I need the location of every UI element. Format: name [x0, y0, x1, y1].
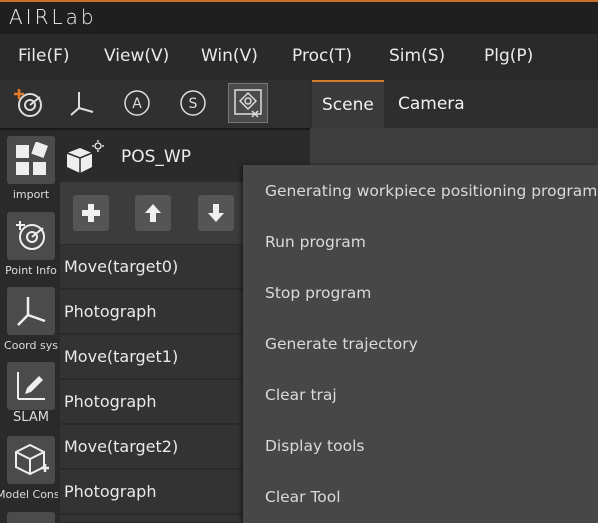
move-down-button[interactable] [198, 195, 234, 231]
menu-item-generate-positioning-program[interactable]: Generating workpiece positioning program [265, 182, 597, 200]
menu-view[interactable]: View(V) [104, 46, 169, 66]
menu-win[interactable]: Win(V) [201, 46, 258, 66]
circle-s-glyph: S [189, 96, 198, 112]
coord-sys-icon[interactable] [7, 287, 55, 335]
sidebar-label-import: import [12, 188, 50, 201]
menu-proc[interactable]: Proc(T) [292, 46, 352, 66]
sidebar: import Point Info Coord sys SLAM Model C… [0, 130, 60, 523]
import-icon[interactable] [7, 136, 55, 184]
target-plus-icon[interactable] [8, 83, 48, 123]
menu-item-display-tools[interactable]: Display tools [265, 437, 365, 455]
app-logo: AIRLab [9, 5, 97, 29]
arrow-down-icon [208, 204, 224, 222]
tab-scene[interactable]: Scene [312, 80, 384, 128]
program-step[interactable]: Photograph [60, 470, 250, 514]
sidebar-label-coord-sys: Coord sys [4, 339, 58, 352]
tab-bar: Scene Camera [310, 80, 598, 128]
menu-sim[interactable]: Sim(S) [389, 46, 445, 66]
model-cons-icon[interactable] [7, 436, 55, 484]
axis-icon[interactable] [62, 83, 102, 123]
plus-icon [82, 204, 100, 222]
point-info-icon[interactable] [7, 212, 55, 260]
sidebar-label-point-info: Point Info [5, 264, 57, 277]
menu-item-run-program[interactable]: Run program [265, 233, 366, 251]
sidebar-label-model-cons: Model Cons [0, 488, 58, 501]
program-step[interactable]: Move(target1) [60, 335, 250, 379]
program-step[interactable]: Photograph [60, 380, 250, 424]
menu-item-generate-trajectory[interactable]: Generate trajectory [265, 335, 418, 353]
program-step[interactable]: Move(target0) [60, 245, 250, 289]
circle-a-icon[interactable]: A [117, 83, 157, 123]
add-step-button[interactable] [73, 195, 109, 231]
sidebar-label-slam: SLAM [13, 410, 49, 425]
menu-item-clear-traj[interactable]: Clear traj [265, 386, 337, 404]
title-bar: AIRLab [0, 0, 598, 34]
program-step[interactable]: Move(target2) [60, 425, 250, 469]
context-menu: Generating workpiece positioning program… [243, 165, 598, 523]
menu-plg[interactable]: Plg(P) [484, 46, 533, 66]
menu-file[interactable]: File(F) [18, 46, 70, 66]
move-up-button[interactable] [135, 195, 171, 231]
toolbar: A S [0, 80, 310, 128]
menu-item-clear-tool[interactable]: Clear Tool [265, 488, 341, 506]
program-name: POS_WP [121, 147, 191, 167]
menu-bar: File(F) View(V) Win(V) Proc(T) Sim(S) Pl… [0, 34, 598, 80]
tab-camera[interactable]: Camera [388, 80, 475, 128]
circle-a-glyph: A [132, 96, 142, 112]
cube-icon [64, 140, 106, 180]
menu-item-stop-program[interactable]: Stop program [265, 284, 371, 302]
program-step[interactable] [60, 515, 250, 523]
program-step[interactable]: Photograph [60, 290, 250, 334]
more-tool-icon[interactable] [7, 512, 55, 523]
arrow-up-icon [145, 204, 161, 222]
cross-tool-icon[interactable] [228, 83, 268, 123]
slam-icon[interactable] [7, 362, 55, 410]
circle-s-icon[interactable]: S [173, 83, 213, 123]
